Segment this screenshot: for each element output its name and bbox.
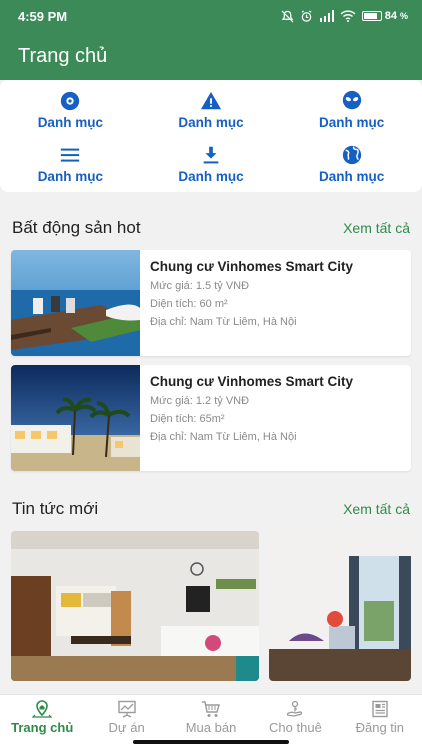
wifi-icon [340, 10, 356, 22]
news-see-all-link[interactable]: Xem tất cả [343, 501, 410, 517]
news-list [0, 531, 422, 681]
category-label: Danh mục [37, 169, 103, 184]
news-item[interactable] [269, 531, 411, 681]
property-card[interactable]: Chung cư Vinhomes Smart City Mức giá: 1.… [11, 250, 411, 356]
category-item-warning[interactable]: Danh mục [141, 90, 282, 130]
property-image-seaside-terrace [11, 250, 140, 356]
category-label: Danh mục [37, 115, 103, 130]
presentation-icon [117, 700, 136, 718]
property-info: Chung cư Vinhomes Smart City Mức giá: 1.… [140, 365, 363, 471]
category-item-alien[interactable]: Danh mục [281, 90, 422, 130]
category-label: Danh mục [178, 169, 244, 184]
disc-icon [61, 91, 80, 111]
property-address: Địa chỉ: Nam Từ Liêm, Hà Nội [150, 316, 297, 328]
warning-icon [200, 91, 222, 110]
tab-post[interactable]: Đăng tin [338, 695, 422, 750]
alarm-icon [301, 9, 312, 22]
alien-icon [342, 90, 361, 110]
menu-icon [61, 148, 80, 162]
hand-key-icon [287, 700, 303, 717]
tab-label: Đăng tin [355, 720, 405, 735]
hot-section-title: Bất động sản hot [12, 218, 141, 237]
battery-percent: 84 [384, 10, 397, 22]
property-price: Mức giá: 1.2 tỷ VNĐ [150, 395, 250, 407]
status-time: 4:59 PM [18, 8, 68, 24]
news-image-apartment-interior [11, 531, 259, 681]
home-pin-icon [32, 700, 53, 718]
status-icons: 84% [281, 9, 408, 23]
card-spacer [0, 356, 422, 365]
news-section-title: Tin tức mới [12, 499, 99, 518]
property-area: Diện tích: 65m² [150, 413, 225, 425]
category-label: Danh mục [319, 115, 385, 130]
cart-icon [202, 701, 220, 717]
tab-label: Mua bán [185, 720, 237, 735]
tab-home[interactable]: Trang chủ [0, 695, 84, 750]
category-item-disc[interactable]: Danh mục [0, 90, 141, 130]
newspaper-icon [372, 700, 388, 718]
property-image-beach-resort [11, 365, 140, 471]
status-bar: 4:59 PM 84% [0, 0, 422, 32]
tab-label: Dự án [108, 720, 145, 735]
property-card[interactable]: Chung cư Vinhomes Smart City Mức giá: 1.… [11, 365, 411, 471]
signal-icon [319, 10, 334, 22]
battery-indicator: 84% [361, 10, 408, 22]
news-image-living-room [269, 531, 411, 681]
home-indicator [133, 740, 289, 744]
property-address: Địa chỉ: Nam Từ Liêm, Hà Nội [150, 431, 297, 443]
category-item-globe[interactable]: Danh mục [281, 144, 422, 184]
property-title: Chung cư Vinhomes Smart City [150, 259, 354, 274]
percent-sign: % [399, 11, 408, 21]
hot-section-header: Bất động sản hot Xem tất cả [0, 218, 422, 238]
category-grid: Danh mục Danh mục Danh mục Danh mục Danh… [0, 80, 422, 192]
globe-icon [342, 145, 361, 165]
tab-label: Trang chủ [11, 720, 74, 735]
property-price: Mức giá: 1.5 tỷ VNĐ [150, 280, 250, 292]
category-label: Danh mục [178, 115, 244, 130]
muted-bell-icon [281, 10, 294, 22]
category-item-download[interactable]: Danh mục [141, 144, 282, 184]
property-area: Diện tích: 60 m² [150, 298, 228, 310]
property-info: Chung cư Vinhomes Smart City Mức giá: 1.… [140, 250, 363, 356]
news-item[interactable] [11, 531, 259, 681]
category-label: Danh mục [319, 169, 385, 184]
battery-icon [361, 11, 382, 21]
page-title: Trang chủ [18, 44, 108, 67]
news-section-header: Tin tức mới Xem tất cả [0, 499, 422, 519]
app-bar: Trang chủ [0, 32, 422, 80]
battery-fill [363, 13, 378, 19]
download-icon [203, 146, 219, 164]
category-item-menu[interactable]: Danh mục [0, 144, 141, 184]
hot-see-all-link[interactable]: Xem tất cả [343, 220, 410, 236]
property-title: Chung cư Vinhomes Smart City [150, 374, 354, 389]
tab-label: Cho thuê [269, 720, 322, 735]
